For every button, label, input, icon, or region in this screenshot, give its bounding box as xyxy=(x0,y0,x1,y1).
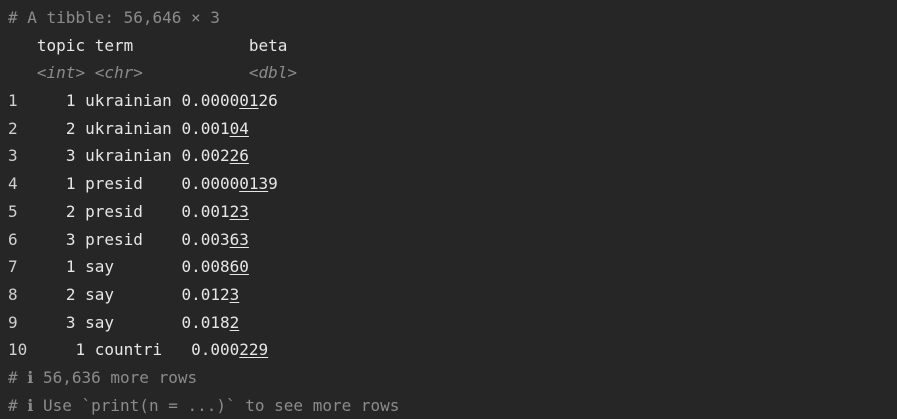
cell-term: ukrainian xyxy=(85,146,172,166)
column-name-topic: topic xyxy=(36,35,86,55)
table-row: 5 2 presid 0.00123 xyxy=(8,198,897,226)
column-name-term: term xyxy=(94,35,134,55)
beta-trailing-digits: 9 xyxy=(268,174,278,194)
cell-term: say xyxy=(85,284,114,304)
row-number: 9 xyxy=(8,312,18,332)
cell-term: countri xyxy=(94,340,163,360)
beta-significant-digits: 2 xyxy=(229,312,240,332)
beta-significant-digits: 60 xyxy=(229,257,249,277)
cell-topic: 3 xyxy=(65,146,76,166)
cell-beta: 0.0123 xyxy=(181,285,239,304)
beta-trailing-digits: 26 xyxy=(258,91,278,111)
beta-significant-digits: 23 xyxy=(229,201,249,221)
cell-term: say xyxy=(85,257,114,277)
row-number: 10 xyxy=(8,340,28,360)
cell-topic: 3 xyxy=(65,312,76,332)
cell-topic: 2 xyxy=(65,201,76,221)
beta-leading-digits: 0.003 xyxy=(181,229,230,249)
beta-significant-digits: 229 xyxy=(239,340,269,360)
beta-significant-digits: 63 xyxy=(229,229,249,249)
beta-leading-digits: 0.008 xyxy=(181,257,230,277)
cell-topic: 1 xyxy=(65,257,76,277)
cell-beta: 0.00226 xyxy=(181,146,248,165)
column-type-topic: <int> xyxy=(36,63,86,83)
cell-term: presid xyxy=(85,229,143,249)
cell-term: presid xyxy=(85,174,143,194)
row-number: 7 xyxy=(8,257,18,277)
beta-significant-digits: 04 xyxy=(229,118,249,138)
table-row: 9 3 say 0.0182 xyxy=(8,309,897,337)
beta-leading-digits: 0.018 xyxy=(181,312,230,332)
cell-beta: 0.0182 xyxy=(181,313,239,332)
beta-leading-digits: 0.012 xyxy=(181,284,230,304)
row-number: 1 xyxy=(8,91,18,111)
table-row: 6 3 presid 0.00363 xyxy=(8,226,897,254)
cell-term: ukrainian xyxy=(85,118,172,138)
table-row: 1 1 ukrainian 0.00000126 xyxy=(8,87,897,115)
table-row: 7 1 say 0.00860 xyxy=(8,253,897,281)
cell-topic: 1 xyxy=(75,340,86,360)
column-types-row: <int> <chr> <dbl> xyxy=(8,59,897,87)
table-row: 3 3 ukrainian 0.00226 xyxy=(8,142,897,170)
beta-leading-digits: 0.0000 xyxy=(181,91,240,111)
cell-topic: 2 xyxy=(65,118,76,138)
more-rows-comment: # ℹ 56,636 more rows xyxy=(8,367,198,387)
cell-topic: 2 xyxy=(65,284,76,304)
beta-leading-digits: 0.0000 xyxy=(181,174,240,194)
beta-significant-digits: 013 xyxy=(239,174,269,194)
cell-term: presid xyxy=(85,201,143,221)
beta-significant-digits: 01 xyxy=(239,91,259,111)
row-number: 5 xyxy=(8,201,18,221)
cell-topic: 1 xyxy=(65,91,76,111)
column-names-row: topic term beta xyxy=(8,32,897,60)
row-number: 4 xyxy=(8,174,18,194)
r-console-output: # A tibble: 56,646 × 3 topic term beta <… xyxy=(0,0,897,417)
table-row: 4 1 presid 0.00000139 xyxy=(8,170,897,198)
beta-leading-digits: 0.001 xyxy=(181,201,230,221)
beta-leading-digits: 0.000 xyxy=(191,340,240,360)
row-number: 2 xyxy=(8,118,18,138)
cell-topic: 3 xyxy=(65,229,76,249)
column-name-beta: beta xyxy=(248,35,288,55)
cell-beta: 0.00000126 xyxy=(181,91,277,110)
cell-beta: 0.000229 xyxy=(191,340,268,359)
column-type-beta: <dbl> xyxy=(248,63,298,83)
row-number: 6 xyxy=(8,229,18,249)
cell-topic: 1 xyxy=(65,174,76,194)
cell-beta: 0.00000139 xyxy=(181,174,277,193)
cell-beta: 0.00123 xyxy=(181,202,248,221)
cell-beta: 0.00104 xyxy=(181,119,248,138)
beta-leading-digits: 0.001 xyxy=(181,118,230,138)
cell-beta: 0.00363 xyxy=(181,230,248,249)
cell-beta: 0.00860 xyxy=(181,257,248,276)
column-type-term: <chr> xyxy=(94,63,143,83)
beta-leading-digits: 0.002 xyxy=(181,146,230,166)
tibble-header-comment: # A tibble: 56,646 × 3 xyxy=(8,8,220,27)
table-row: 2 2 ukrainian 0.00104 xyxy=(8,115,897,143)
beta-significant-digits: 26 xyxy=(229,146,249,166)
table-row: 10 1 countri 0.000229 xyxy=(8,336,897,364)
table-row: 8 2 say 0.0123 xyxy=(8,281,897,309)
print-hint-comment: # ℹ Use `print(n = ...)` to see more row… xyxy=(8,395,400,415)
tibble-rows: 1 1 ukrainian 0.00000126 2 2 ukrainian 0.… xyxy=(8,87,897,364)
row-number: 8 xyxy=(8,284,18,304)
beta-significant-digits: 3 xyxy=(229,284,240,304)
row-number: 3 xyxy=(8,146,18,166)
cell-term: say xyxy=(85,312,114,332)
cell-term: ukrainian xyxy=(85,91,172,111)
